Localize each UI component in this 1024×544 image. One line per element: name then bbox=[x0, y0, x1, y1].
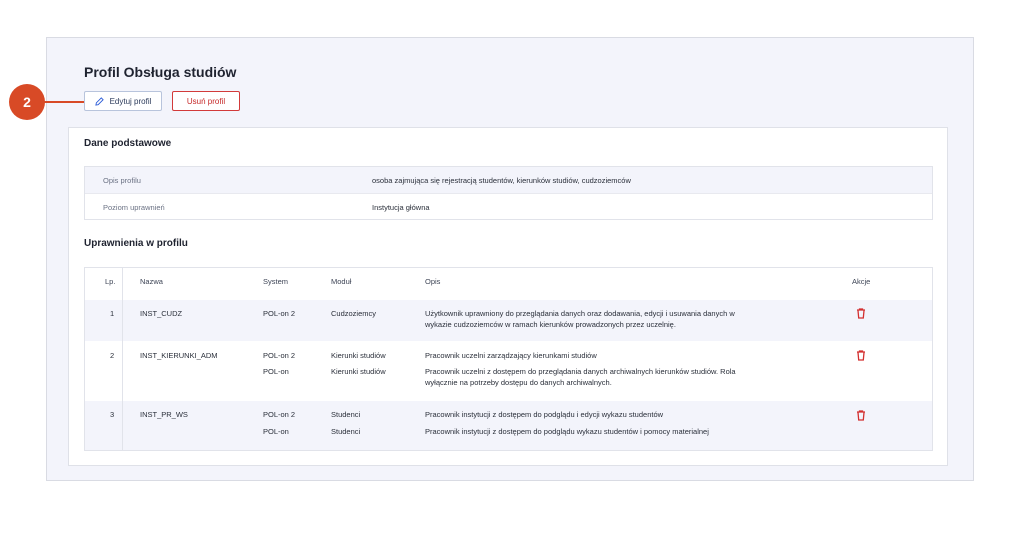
row-module: Cudzoziemcy bbox=[331, 309, 377, 318]
header-actions: Akcje bbox=[852, 277, 871, 286]
pencil-icon bbox=[94, 96, 104, 106]
permissions-title: Uprawnienia w profilu bbox=[84, 238, 188, 249]
delete-profile-label: Usuń profil bbox=[186, 96, 226, 106]
row-desc: wykazie cudzoziemców w ramach kierunków … bbox=[425, 320, 676, 329]
row-system: POL-on 2 bbox=[263, 309, 296, 318]
info-row: Opis profilu osoba zajmująca się rejestr… bbox=[85, 167, 932, 193]
row-system: POL-on bbox=[263, 367, 289, 376]
row-name: INST_PR_WS bbox=[140, 410, 188, 419]
callout-line bbox=[44, 100, 84, 103]
row-system: POL-on 2 bbox=[263, 410, 296, 419]
header-module: Moduł bbox=[331, 277, 352, 286]
info-label: Opis profilu bbox=[103, 175, 141, 185]
row-desc: Użytkownik uprawniony do przeglądania da… bbox=[425, 309, 735, 318]
info-row: Poziom uprawnień Instytucja główna bbox=[85, 193, 932, 220]
row-desc: Pracownik uczelni z dostępem do przegląd… bbox=[425, 367, 736, 376]
row-desc: Pracownik uczelni zarządzający kierunkam… bbox=[425, 351, 597, 360]
trash-icon[interactable] bbox=[856, 410, 866, 421]
row-module: Studenci bbox=[331, 427, 361, 436]
trash-icon[interactable] bbox=[856, 350, 866, 361]
row-name: INST_CUDZ bbox=[140, 309, 183, 318]
info-value: Instytucja główna bbox=[372, 202, 430, 212]
row-lp: 3 bbox=[110, 410, 115, 419]
row-lp: 1 bbox=[110, 309, 115, 318]
row-desc: Pracownik instytucji z dostępem do podgl… bbox=[425, 410, 664, 419]
trash-icon[interactable] bbox=[856, 308, 866, 319]
row-name: INST_KIERUNKI_ADM bbox=[140, 351, 218, 360]
row-desc: wyłącznie na potrzeby dostępu do danych … bbox=[425, 378, 612, 387]
row-desc: Pracownik instytucji z dostępem do podgl… bbox=[425, 427, 709, 436]
header-name: Nazwa bbox=[140, 277, 163, 286]
edit-profile-label: Edytuj profil bbox=[109, 96, 152, 106]
row-module: Kierunki studiów bbox=[331, 367, 386, 376]
table-row: 1 INST_CUDZ POL-on 2 Cudzoziemcy Użytkow… bbox=[85, 300, 932, 341]
header-system: System bbox=[263, 277, 289, 286]
permissions-table: Lp. Nazwa System Moduł Opis Akcje 1 INST… bbox=[84, 267, 933, 451]
step-badge: 2 bbox=[9, 84, 45, 120]
basic-data-table: Opis profilu osoba zajmująca się rejestr… bbox=[84, 166, 933, 220]
table-row: 3 INST_PR_WS POL-on 2 Studenci Pracownik… bbox=[85, 401, 932, 450]
row-module: Studenci bbox=[331, 410, 361, 419]
header-desc: Opis bbox=[425, 277, 441, 286]
header-lp: Lp. bbox=[105, 277, 116, 286]
row-system: POL-on 2 bbox=[263, 351, 296, 360]
row-module: Kierunki studiów bbox=[331, 351, 386, 360]
edit-profile-button[interactable]: Edytuj profil bbox=[84, 91, 162, 111]
info-label: Poziom uprawnień bbox=[103, 202, 165, 212]
row-lp: 2 bbox=[110, 351, 115, 360]
page-title: Profil Obsługa studiów bbox=[84, 64, 237, 80]
basic-data-title: Dane podstawowe bbox=[84, 138, 172, 149]
table-row: 2 INST_KIERUNKI_ADM POL-on 2 Kierunki st… bbox=[85, 341, 932, 401]
delete-profile-button[interactable]: Usuń profil bbox=[172, 91, 240, 111]
row-system: POL-on bbox=[263, 427, 289, 436]
column-separator bbox=[122, 268, 123, 450]
info-value: osoba zajmująca się rejestracją studentó… bbox=[372, 175, 631, 185]
